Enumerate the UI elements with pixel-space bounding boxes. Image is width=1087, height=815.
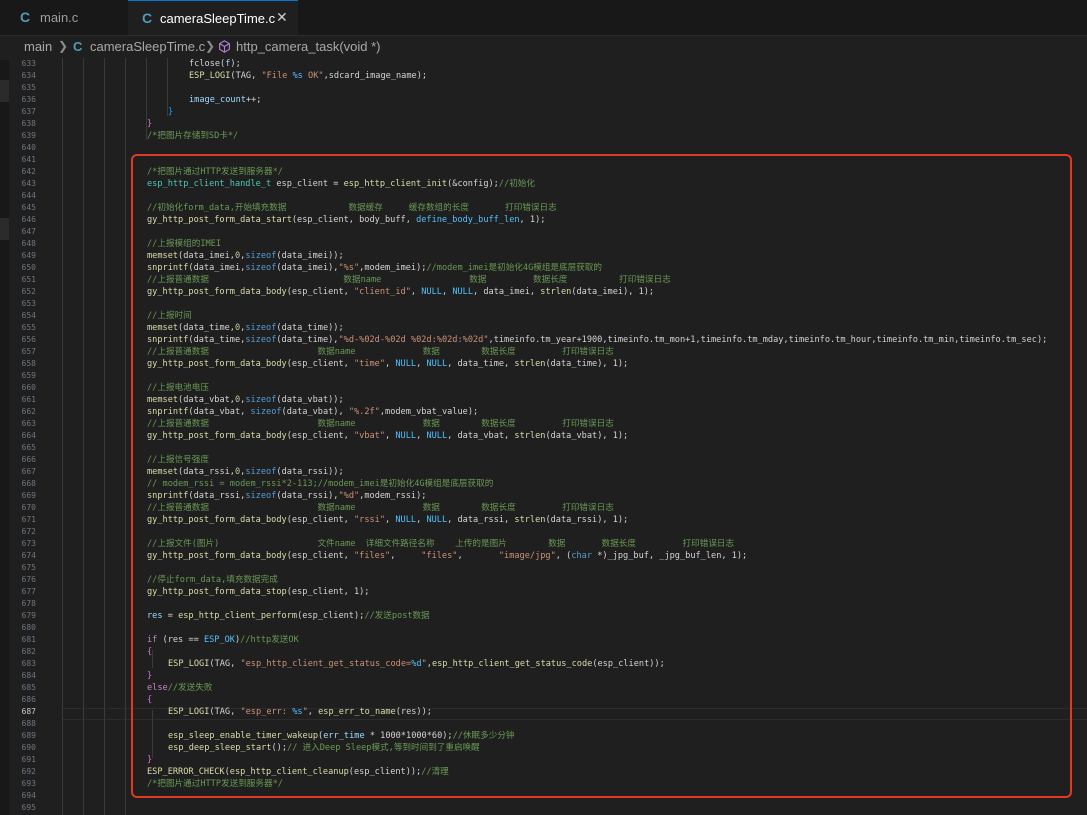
code-line: //上报普通数据 数据name 数据 数据长度 打印错误日志 bbox=[147, 275, 671, 285]
code-line: gy_http_post_form_data_stop(esp_client, … bbox=[147, 587, 370, 597]
code-line: gy_http_post_form_data_body(esp_client, … bbox=[147, 431, 629, 441]
code-line: memset(data_time,0,sizeof(data_time)); bbox=[147, 323, 344, 333]
code-line: //停止form_data,填充数据完成 bbox=[147, 575, 278, 585]
code-line: snprintf(data_vbat, sizeof(data_vbat), "… bbox=[147, 407, 479, 417]
code-line: if (res == ESP_OK)//http发送OK bbox=[147, 635, 299, 645]
code-line: fclose(f); bbox=[189, 59, 241, 69]
code-line: //初始化form_data,开始填充数据 数据缓存 缓存数组的长度 打印错误日… bbox=[147, 203, 557, 213]
code-line: //上报普通数据 数据name 数据 数据长度 打印错误日志 bbox=[147, 419, 614, 429]
code-line: snprintf(data_imei,sizeof(data_imei),"%s… bbox=[147, 263, 602, 273]
code-line: /*把图片存储到SD卡*/ bbox=[147, 131, 239, 141]
code-line: snprintf(data_time,sizeof(data_time),"%d… bbox=[147, 335, 1048, 345]
code-line: esp_http_client_handle_t esp_client = es… bbox=[147, 179, 535, 189]
code-line: esp_deep_sleep_start();// 进入Deep Sleep模式… bbox=[168, 743, 480, 753]
code-line: //上报模组的IMEI bbox=[147, 239, 222, 249]
code-line: image_count++; bbox=[189, 95, 262, 105]
code-line: { bbox=[147, 695, 153, 705]
code-line: res = esp_http_client_perform(esp_client… bbox=[147, 611, 430, 621]
code-line: ESP_LOGI(TAG, "esp_err: %s", esp_err_to_… bbox=[168, 707, 432, 717]
indent-guide bbox=[125, 58, 126, 815]
code-line: //上报文件(图片) 文件name 详细文件路径名称 上传的是图片 数据 数据长… bbox=[147, 539, 735, 549]
code-line: gy_http_post_form_data_body(esp_client, … bbox=[147, 551, 748, 561]
code-line: memset(data_vbat,0,sizeof(data_vbat)); bbox=[147, 395, 344, 405]
indent-guide bbox=[152, 710, 153, 758]
code-line: // modem_rssi = modem_rssi*2-113;//modem… bbox=[147, 479, 494, 489]
code-line: ESP_ERROR_CHECK(esp_http_client_cleanup(… bbox=[147, 767, 449, 777]
code-line: } bbox=[147, 119, 153, 129]
code-line: //上报普通数据 数据name 数据 数据长度 打印错误日志 bbox=[147, 503, 614, 513]
code-line: gy_http_post_form_data_body(esp_client, … bbox=[147, 287, 655, 297]
code-line: } bbox=[147, 671, 153, 681]
code-line: /*把图片通过HTTP发送到服务器*/ bbox=[147, 779, 283, 789]
code-line: gy_http_post_form_data_body(esp_client, … bbox=[147, 515, 629, 525]
indent-guide bbox=[83, 58, 84, 815]
code-line: snprintf(data_rssi,sizeof(data_rssi),"%d… bbox=[147, 491, 427, 501]
code-line: //上报信号强度 bbox=[147, 455, 209, 465]
indent-guide bbox=[104, 58, 105, 815]
code-line: } bbox=[147, 755, 153, 765]
code-line: } bbox=[168, 107, 174, 117]
code-line: ESP_LOGI(TAG, "esp_http_client_get_statu… bbox=[168, 659, 665, 669]
code-editor[interactable]: fclose(f); ESP_LOGI(TAG, "File %s OK",sdc… bbox=[0, 0, 1087, 815]
code-line: gy_http_post_form_data_body(esp_client, … bbox=[147, 359, 629, 369]
code-line: /*把图片通过HTTP发送到服务器*/ bbox=[147, 167, 283, 177]
code-line: esp_sleep_enable_timer_wakeup(err_time *… bbox=[168, 731, 515, 741]
code-line: memset(data_rssi,0,sizeof(data_rssi)); bbox=[147, 467, 344, 477]
code-line: ESP_LOGI(TAG, "File %s OK",sdcard_image_… bbox=[189, 71, 428, 81]
indent-guide bbox=[62, 58, 63, 815]
code-line: //上报电池电压 bbox=[147, 383, 209, 393]
code-line: else//发送失败 bbox=[147, 683, 213, 693]
code-line: //上报普通数据 数据name 数据 数据长度 打印错误日志 bbox=[147, 347, 614, 357]
code-line: gy_http_post_form_data_start(esp_client,… bbox=[147, 215, 546, 225]
code-line: { bbox=[147, 647, 153, 657]
code-line: memset(data_imei,0,sizeof(data_imei)); bbox=[147, 251, 344, 261]
code-line: //上报时间 bbox=[147, 311, 192, 321]
